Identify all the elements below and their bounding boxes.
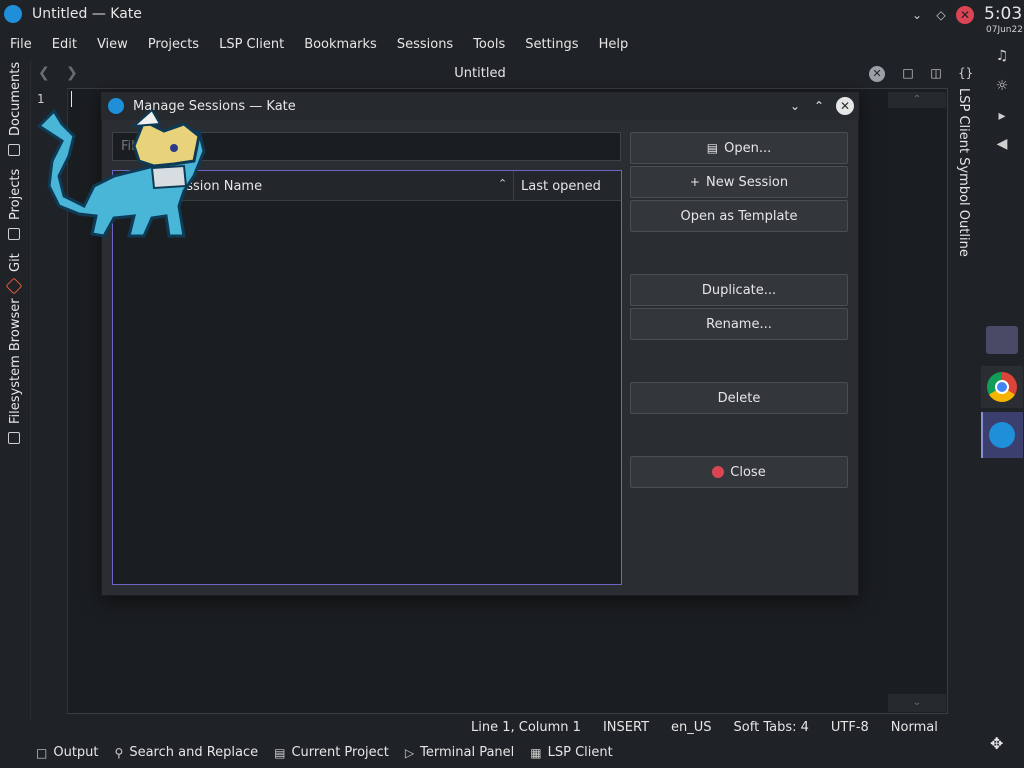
forward-arrow-icon[interactable]: ❯ [66, 65, 78, 81]
git-icon [5, 277, 23, 295]
menu-sessions[interactable]: Sessions [387, 37, 463, 52]
close-circle-icon [712, 466, 725, 478]
dialog-close-icon[interactable]: ✕ [836, 97, 854, 115]
left-sidebar: Documents Projects Git Filesystem Browse… [0, 60, 31, 720]
plus-icon: + [689, 175, 700, 189]
panel-output-label: Output [53, 745, 99, 760]
rename-button[interactable]: Rename... [630, 308, 848, 340]
panel-output[interactable]: □ Output [36, 745, 115, 760]
menu-edit[interactable]: Edit [42, 37, 87, 52]
new-file-icon[interactable]: □ [900, 66, 916, 82]
window-titlebar [0, 0, 980, 30]
projects-icon [8, 228, 20, 240]
search-icon: ⚲ [114, 745, 124, 760]
menu-view[interactable]: View [87, 37, 138, 52]
dialog-minimize-icon[interactable]: ⌄ [790, 99, 800, 113]
sort-ascending-icon: ⌃ [498, 177, 508, 190]
window-title: Untitled — Kate [32, 6, 142, 22]
scroll-down-icon[interactable]: ⌄ [888, 694, 946, 712]
clock-date: 07Jun22 [986, 25, 1023, 35]
dialog-maximize-icon[interactable]: ⌃ [814, 99, 824, 113]
filesystem-icon [8, 432, 20, 444]
notification-bell-icon[interactable]: ♫ [992, 48, 1012, 68]
tab-close-icon[interactable]: ✕ [869, 66, 885, 82]
split-view-icon[interactable]: ◫ [928, 66, 944, 82]
file-manager-task-icon[interactable] [986, 326, 1018, 354]
lsp-icon: ▦ [530, 745, 542, 760]
input-mode[interactable]: Normal [880, 720, 949, 740]
menu-tools[interactable]: Tools [463, 37, 515, 52]
sidebar-tab-projects[interactable]: Projects [8, 169, 23, 220]
sidebar-tab-git[interactable]: Git [8, 253, 23, 272]
sidebar-tab-lsp-outline[interactable]: LSP Client Symbol Outline [956, 88, 971, 257]
panel-search-replace[interactable]: ⚲ Search and Replace [115, 745, 275, 760]
open-button-label: Open... [724, 140, 772, 156]
menu-file[interactable]: File [0, 37, 42, 52]
column-header-last-opened-label: Last opened [521, 179, 601, 194]
panel-search-label: Search and Replace [129, 745, 259, 760]
edit-mode[interactable]: INSERT [592, 720, 660, 740]
output-icon: □ [36, 745, 48, 760]
back-arrow-icon[interactable]: ❮ [38, 65, 50, 81]
terminal-icon: ▷ [404, 745, 415, 760]
line-number: 1 [37, 92, 45, 106]
panel-current-project[interactable]: ▤ Current Project [274, 745, 405, 760]
delete-button[interactable]: Delete [630, 382, 848, 414]
rename-label: Rename... [706, 316, 772, 332]
close-label: Close [730, 464, 766, 480]
minimize-icon[interactable]: ⌄ [908, 6, 926, 24]
menu-projects[interactable]: Projects [138, 37, 209, 52]
panel-terminal[interactable]: ▷ Terminal Panel [405, 745, 530, 760]
maximize-icon[interactable]: ◇ [932, 6, 950, 24]
mascot-sprite [36, 108, 206, 238]
menu-settings[interactable]: Settings [515, 37, 588, 52]
duplicate-button[interactable]: Duplicate... [630, 274, 848, 306]
kate-task-icon [989, 422, 1015, 448]
text-cursor [71, 91, 72, 107]
menubar: File Edit View Projects LSP Client Bookm… [0, 30, 980, 58]
chrome-icon-center [995, 380, 1009, 394]
window-close-icon[interactable]: ✕ [956, 6, 974, 24]
open-as-template-button[interactable]: Open as Template [630, 200, 848, 232]
panel-project-label: Current Project [291, 745, 389, 760]
expand-tray-icon[interactable]: ◀ [992, 136, 1012, 156]
clock-time[interactable]: 5:03 [984, 4, 1022, 24]
new-session-button[interactable]: + New Session [630, 166, 848, 198]
cursor-position[interactable]: Line 1, Column 1 [460, 720, 592, 740]
panel-lsp-label: LSP Client [547, 745, 613, 760]
panel-terminal-label: Terminal Panel [420, 745, 515, 760]
lightbulb-icon[interactable]: ☼ [992, 78, 1012, 98]
statusbar: Line 1, Column 1 INSERT en_US Soft Tabs:… [460, 720, 949, 740]
delete-label: Delete [717, 390, 761, 406]
menu-lsp-client[interactable]: LSP Client [209, 37, 294, 52]
open-as-template-label: Open as Template [680, 208, 798, 224]
file-encoding[interactable]: UTF-8 [820, 720, 880, 740]
braces-icon[interactable]: {} [958, 66, 973, 80]
open-button[interactable]: ▤ Open... [630, 132, 848, 164]
new-session-label: New Session [705, 174, 789, 190]
menu-help[interactable]: Help [589, 37, 639, 52]
duplicate-label: Duplicate... [701, 282, 777, 298]
document-tab[interactable]: Untitled [400, 66, 560, 81]
panel-lsp-client[interactable]: ▦ LSP Client [530, 745, 628, 760]
spellcheck-language[interactable]: en_US [660, 720, 723, 740]
open-document-icon: ▤ [706, 141, 719, 155]
volume-icon[interactable]: ▸ [992, 108, 1012, 128]
kate-app-icon[interactable] [4, 5, 22, 23]
scroll-up-icon[interactable]: ⌃ [888, 92, 946, 108]
documents-icon [8, 144, 20, 156]
sidebar-tab-filesystem-browser[interactable]: Filesystem Browser [8, 298, 23, 424]
indentation-setting[interactable]: Soft Tabs: 4 [723, 720, 820, 740]
sidebar-tab-documents[interactable]: Documents [8, 62, 23, 136]
close-button[interactable]: Close [630, 456, 848, 488]
menu-bookmarks[interactable]: Bookmarks [294, 37, 387, 52]
bottom-panel-bar: □ Output ⚲ Search and Replace ▤ Current Pro… [36, 745, 629, 760]
project-icon: ▤ [274, 745, 286, 760]
move-handle-icon[interactable]: ✥ [990, 734, 1003, 753]
